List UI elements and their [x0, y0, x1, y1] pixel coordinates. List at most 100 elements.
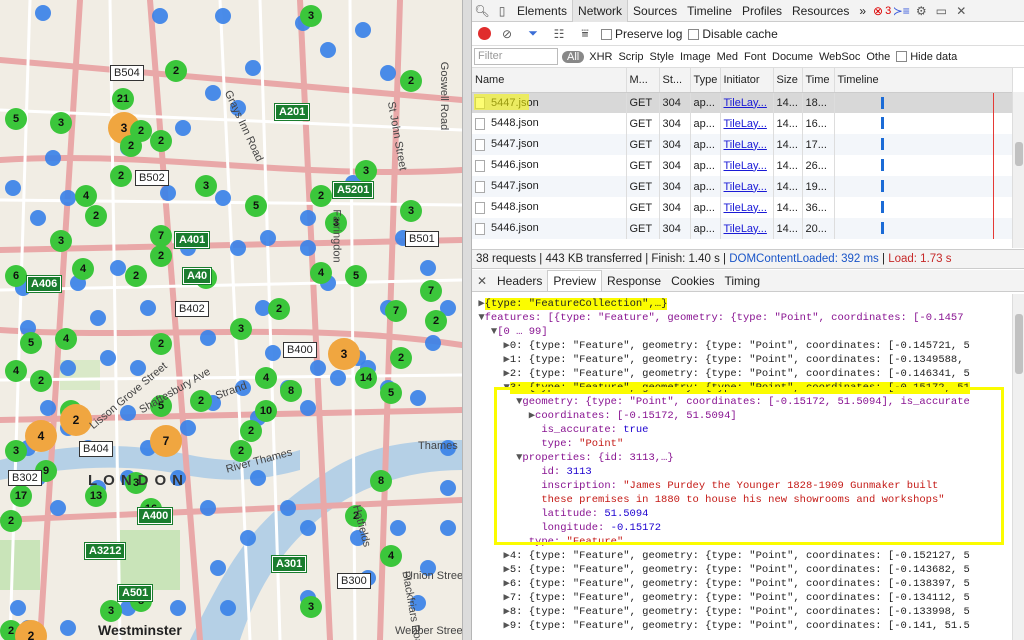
- tree-features[interactable]: ▼features: [{type: "Feature", geometry: …: [472, 311, 1012, 325]
- location-marker[interactable]: [175, 120, 191, 136]
- tab-network[interactable]: Network: [572, 0, 629, 22]
- cluster-marker[interactable]: 5: [20, 332, 42, 354]
- cluster-marker[interactable]: 2: [190, 390, 212, 412]
- location-marker[interactable]: [50, 500, 66, 516]
- table-row[interactable]: 5448.json GET 304 ap... TileLay... 14... 36...: [472, 197, 1013, 218]
- location-marker[interactable]: [300, 240, 316, 256]
- cluster-marker[interactable]: 3: [5, 440, 27, 462]
- cluster-marker[interactable]: 7: [150, 425, 182, 457]
- filter-icon[interactable]: ⏷: [523, 26, 543, 41]
- col-type[interactable]: Type: [690, 68, 721, 93]
- location-marker[interactable]: [100, 350, 116, 366]
- col-name[interactable]: Name: [472, 68, 627, 93]
- table-row[interactable]: 5447.jsonGET304ap...TileLay...14...18...: [472, 92, 1013, 113]
- cluster-marker[interactable]: 3: [355, 160, 377, 182]
- location-marker[interactable]: [240, 530, 256, 546]
- location-marker[interactable]: [215, 190, 231, 206]
- more-tabs-button[interactable]: »: [854, 0, 871, 22]
- location-marker[interactable]: [180, 420, 196, 436]
- location-marker[interactable]: [60, 620, 76, 636]
- col-timeline[interactable]: Timeline: [834, 68, 1013, 93]
- table-row[interactable]: 5448.json GET 304 ap... TileLay... 14... 16...: [472, 113, 1013, 134]
- cluster-marker[interactable]: 5: [5, 108, 27, 130]
- tab-timing[interactable]: Timing: [719, 271, 765, 291]
- col-size[interactable]: Size: [773, 68, 803, 93]
- filter-websocket[interactable]: WebSoc: [816, 51, 863, 63]
- location-marker[interactable]: [205, 85, 221, 101]
- request-initiator[interactable]: TileLay...: [720, 218, 774, 239]
- cluster-marker[interactable]: 2: [310, 185, 332, 207]
- table-scrollbar[interactable]: [1012, 92, 1024, 248]
- filter-input[interactable]: Filter: [474, 48, 558, 65]
- location-marker[interactable]: [215, 8, 231, 24]
- filter-xhr[interactable]: XHR: [586, 51, 615, 63]
- cluster-marker[interactable]: 3: [300, 5, 322, 27]
- filter-font[interactable]: Font: [741, 51, 769, 63]
- request-initiator[interactable]: TileLay...: [720, 92, 774, 113]
- request-initiator[interactable]: TileLay...: [720, 197, 774, 218]
- tree-item-6[interactable]: ▶6: {type: "Feature", geometry: {type: "…: [472, 577, 1012, 591]
- tree-item-1[interactable]: ▶1: {type: "Feature", geometry: {type: "…: [472, 353, 1012, 367]
- location-marker[interactable]: [245, 60, 261, 76]
- tree-item-8[interactable]: ▶8: {type: "Feature", geometry: {type: "…: [472, 605, 1012, 619]
- request-initiator[interactable]: TileLay...: [720, 134, 774, 155]
- tree-item-4[interactable]: ▶4: {type: "Feature", geometry: {type: "…: [472, 549, 1012, 563]
- cluster-marker[interactable]: 2: [400, 70, 422, 92]
- location-marker[interactable]: [330, 370, 346, 386]
- filter-document[interactable]: Docume: [769, 51, 816, 63]
- tree-range[interactable]: ▼[0 … 99]: [472, 325, 1012, 339]
- tab-resources[interactable]: Resources: [787, 0, 854, 22]
- location-marker[interactable]: [300, 400, 316, 416]
- preview-scrollbar[interactable]: [1012, 294, 1024, 640]
- cluster-marker[interactable]: 2: [125, 265, 147, 287]
- cluster-marker[interactable]: 8: [280, 380, 302, 402]
- tab-cookies[interactable]: Cookies: [666, 271, 719, 291]
- location-marker[interactable]: [265, 345, 281, 361]
- cluster-marker[interactable]: 4: [255, 367, 277, 389]
- filter-media[interactable]: Med: [714, 51, 741, 63]
- location-marker[interactable]: [380, 65, 396, 81]
- location-marker[interactable]: [40, 400, 56, 416]
- table-row[interactable]: 5446.json GET 304 ap... TileLay... 14... 26...: [472, 155, 1013, 176]
- location-marker[interactable]: [440, 520, 456, 536]
- cluster-marker[interactable]: 10: [255, 400, 277, 422]
- cluster-marker[interactable]: 7: [150, 225, 172, 247]
- preserve-log-checkbox[interactable]: Preserve log: [601, 27, 682, 41]
- cluster-marker[interactable]: 2: [30, 370, 52, 392]
- cluster-marker[interactable]: 3: [328, 338, 360, 370]
- tab-preview[interactable]: Preview: [547, 270, 603, 291]
- cluster-marker[interactable]: 2: [165, 60, 187, 82]
- location-marker[interactable]: [260, 230, 276, 246]
- cluster-marker[interactable]: 3: [230, 318, 252, 340]
- location-marker[interactable]: [152, 8, 168, 24]
- table-row[interactable]: 5447.json GET 304 ap... TileLay... 14... 19...: [472, 176, 1013, 197]
- tab-headers[interactable]: Headers: [492, 271, 547, 291]
- settings-gear-icon[interactable]: ⚙: [911, 4, 931, 18]
- device-mode-icon[interactable]: ▯: [492, 4, 512, 18]
- location-marker[interactable]: [440, 480, 456, 496]
- location-marker[interactable]: [170, 600, 186, 616]
- location-marker[interactable]: [320, 42, 336, 58]
- cluster-marker[interactable]: 2: [390, 347, 412, 369]
- location-marker[interactable]: [230, 240, 246, 256]
- cluster-marker[interactable]: 21: [112, 88, 134, 110]
- cluster-marker[interactable]: 4: [75, 185, 97, 207]
- table-row[interactable]: 5447.json GET 304 ap... TileLay... 14... 17...: [472, 134, 1013, 155]
- cluster-marker[interactable]: 2: [150, 245, 172, 267]
- location-marker[interactable]: [130, 360, 146, 376]
- tree-item-2[interactable]: ▶2: {type: "Feature", geometry: {type: "…: [472, 367, 1012, 381]
- location-marker[interactable]: [45, 150, 61, 166]
- col-initiator[interactable]: Initiator: [720, 68, 774, 93]
- cluster-marker[interactable]: 2: [150, 130, 172, 152]
- cluster-marker[interactable]: 3: [195, 175, 217, 197]
- cluster-marker[interactable]: 8: [370, 470, 392, 492]
- location-marker[interactable]: [5, 180, 21, 196]
- disable-cache-checkbox[interactable]: Disable cache: [688, 27, 778, 41]
- record-icon[interactable]: [478, 27, 491, 40]
- cluster-marker[interactable]: 2: [60, 404, 92, 436]
- cluster-marker[interactable]: 2: [0, 510, 22, 532]
- location-marker[interactable]: [310, 360, 326, 376]
- dock-icon[interactable]: ▭: [931, 4, 951, 18]
- cluster-marker[interactable]: 7: [385, 300, 407, 322]
- tree-item-0[interactable]: ▶0: {type: "Feature", geometry: {type: "…: [472, 339, 1012, 353]
